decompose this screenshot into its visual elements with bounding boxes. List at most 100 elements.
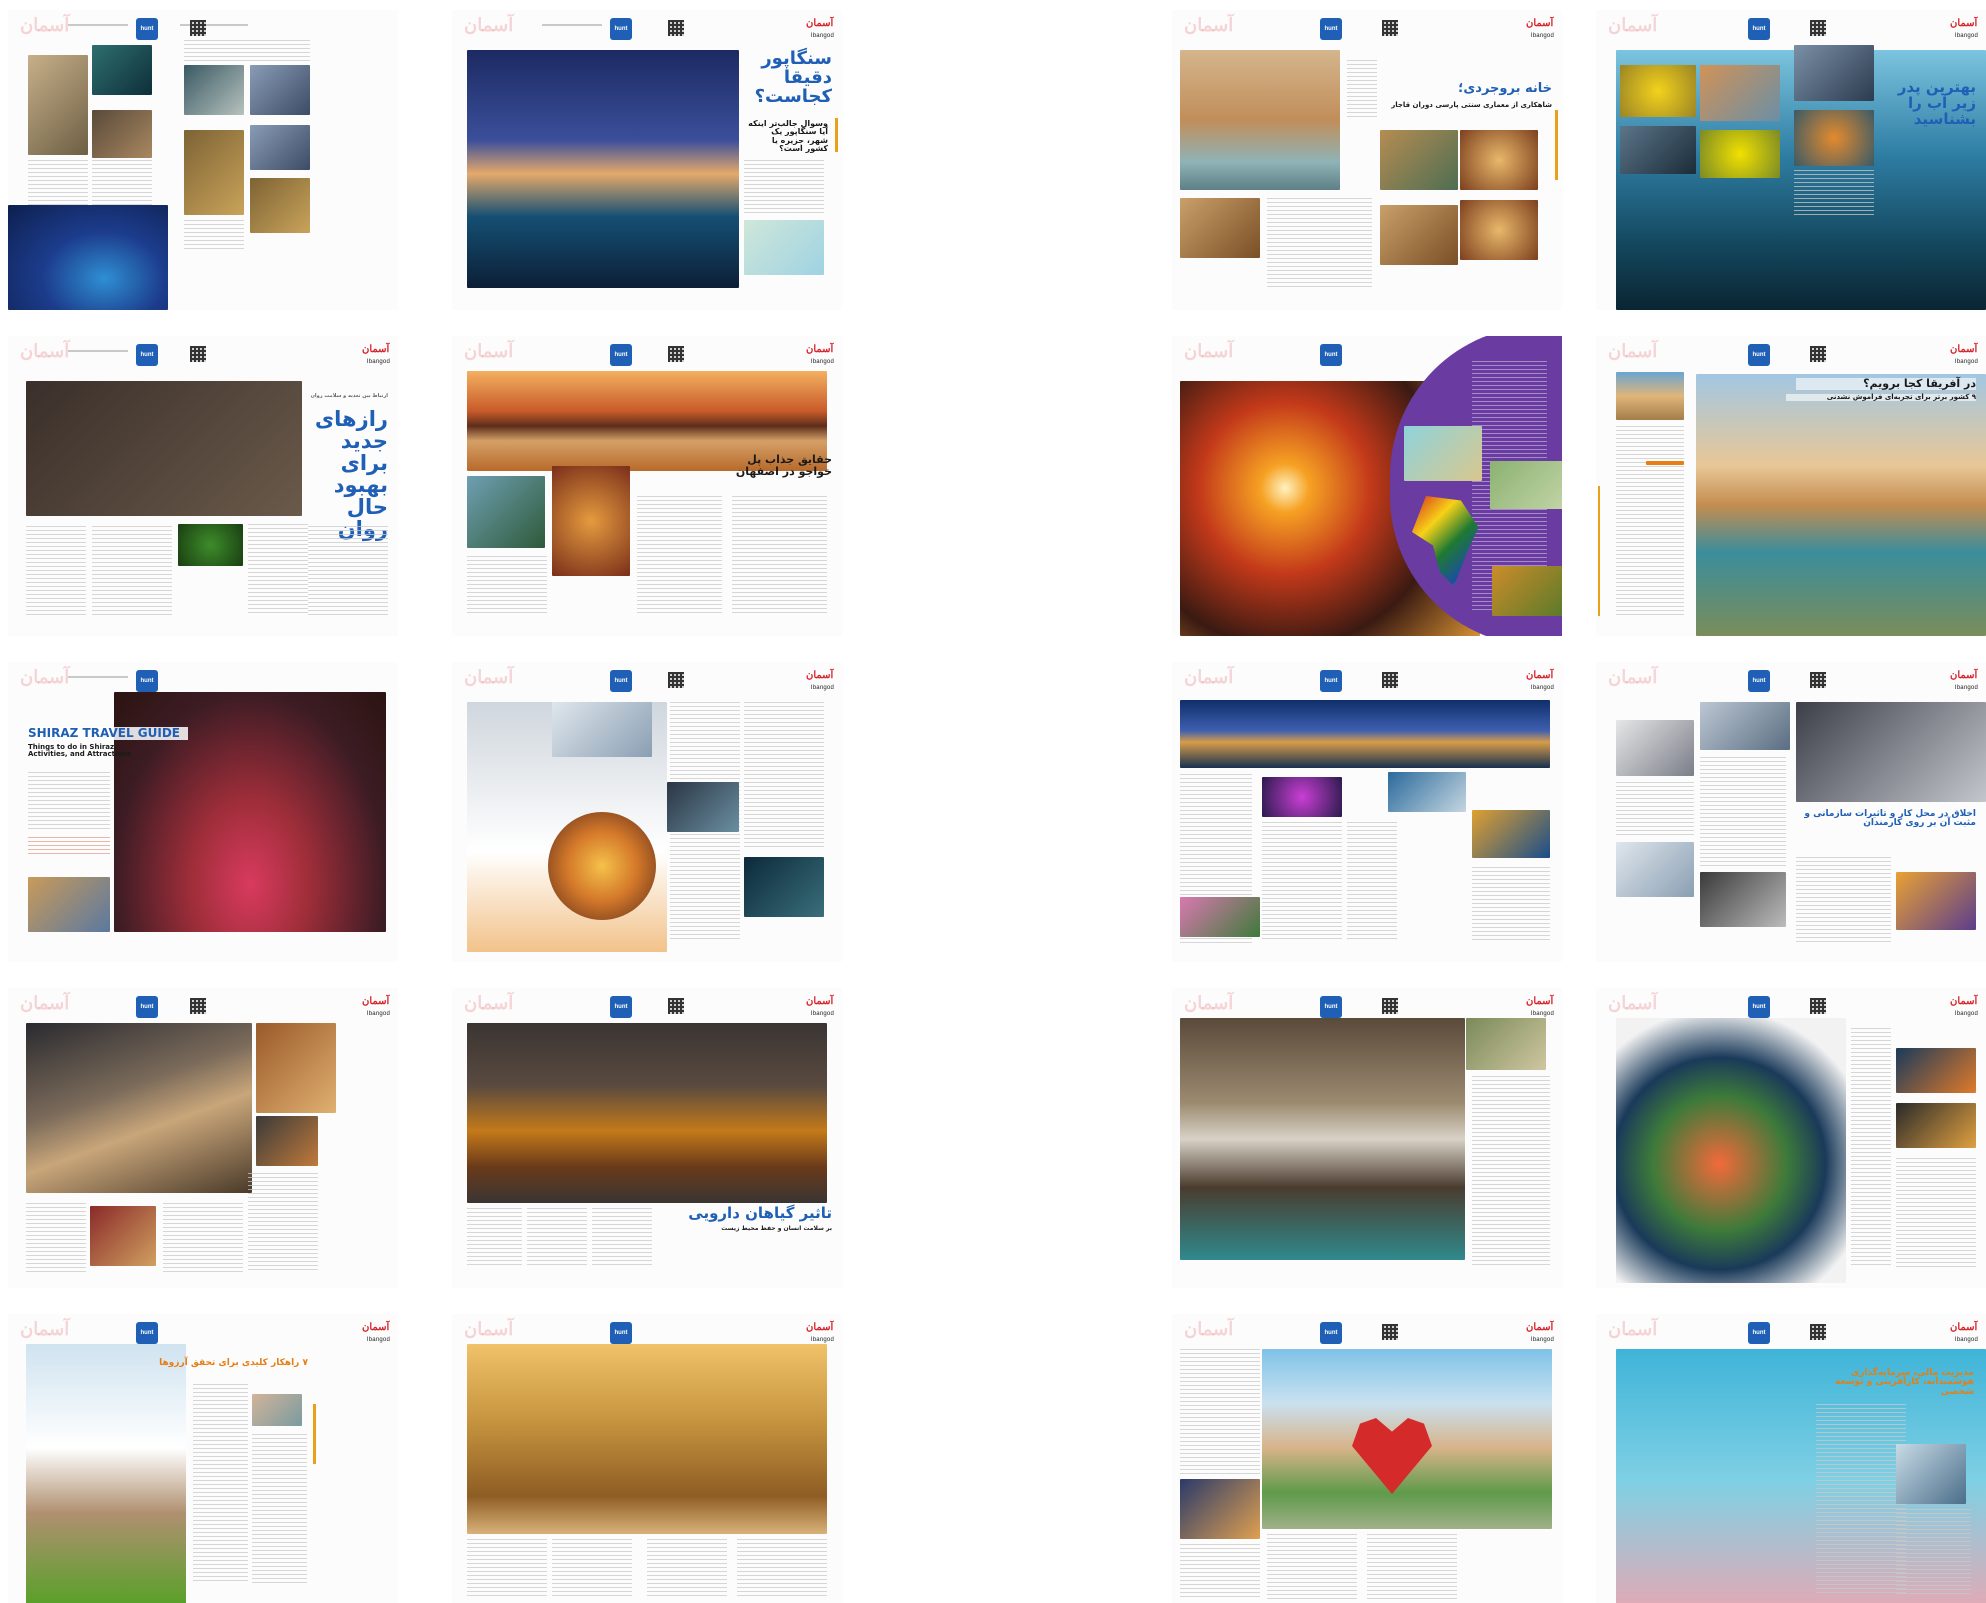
brand-wordmark: Ibangod — [1954, 1011, 1978, 1017]
page-shiraz-guide: آسمان hunt SHIRAZ TRAVEL GUIDE Things to… — [8, 662, 398, 962]
photo-architecture — [1380, 205, 1458, 265]
ghost-logo: آسمان — [1184, 667, 1234, 688]
text-column — [744, 160, 824, 215]
photo-mountain — [1466, 1018, 1546, 1070]
hunt-badge: hunt — [1320, 996, 1342, 1018]
photo-shop — [90, 1206, 156, 1266]
qr-code — [190, 20, 206, 36]
page-success: آسمان hunt آسمان Ibangod — [452, 662, 842, 962]
ghost-logo: آسمان — [20, 667, 70, 688]
brand-wordmark: Ibangod — [1954, 685, 1978, 691]
rule — [68, 24, 128, 26]
subheadline: Things to do in Shiraz, Activities, and … — [28, 743, 132, 759]
photo-canyon — [1180, 1018, 1465, 1260]
photo-fish — [1620, 65, 1696, 117]
headline: مدیریت مالی، سرمایه‌گذاری هوشمندانه، کار… — [1835, 1368, 1974, 1397]
rule — [68, 676, 128, 678]
brand-wordmark: Ibangod — [366, 1337, 390, 1343]
brand-wordmark: Ibangod — [1530, 33, 1554, 39]
text-column — [1347, 822, 1397, 942]
photo-map — [744, 220, 824, 275]
hunt-badge: hunt — [136, 18, 158, 40]
page-herbs: آسمان hunt آسمان Ibangod تاثیر گیاهان دا… — [452, 988, 842, 1288]
text-column — [737, 1539, 827, 1599]
photo-fish — [92, 110, 152, 158]
photo-team — [1700, 702, 1790, 750]
photo-office — [1616, 842, 1694, 897]
text-column — [467, 1208, 522, 1268]
page-canyon: آسمان hunt آسمان Ibangod — [1172, 988, 1562, 1288]
photo-meeting — [1616, 720, 1694, 776]
text-column — [1794, 170, 1874, 215]
brand-wordmark: Ibangod — [1954, 359, 1978, 365]
photo-aerial — [1490, 461, 1562, 509]
photo-spices — [467, 1023, 827, 1203]
ghost-logo: آسمان — [20, 993, 70, 1014]
hunt-badge: hunt — [1748, 18, 1770, 40]
text-column — [184, 220, 244, 250]
photo-stone-stack — [26, 1344, 186, 1603]
text-column — [184, 40, 310, 62]
page-finance: آسمان hunt آسمان Ibangod مدیریت مالی، سر… — [1596, 1314, 1986, 1603]
text-column — [592, 1208, 652, 1268]
text-column — [637, 496, 722, 616]
photo-architecture — [1180, 198, 1260, 258]
photo-sculpture — [1472, 810, 1550, 858]
text-column — [92, 160, 152, 210]
photo-fish — [1700, 130, 1780, 178]
text-column — [527, 1208, 587, 1268]
photo-architecture — [1380, 130, 1458, 190]
subheadline: بر سلامت انسان و حفظ محیط زیست — [721, 1225, 832, 1232]
hunt-badge: hunt — [1320, 1322, 1342, 1344]
subheadline: شاهکاری از معماری سنتی پارسی دوران قاجار — [1391, 101, 1552, 109]
photo-fish — [28, 55, 88, 155]
photo-marina-bay — [1180, 700, 1550, 768]
headline-kicker: ارتباط بین تغذیه و سلامت روان — [310, 393, 388, 399]
headline: در آفریقا کجا برویم؟ — [1796, 378, 1976, 390]
photo-city — [1388, 772, 1466, 812]
headline: SHIRAZ TRAVEL GUIDE — [28, 727, 188, 740]
hunt-badge: hunt — [1320, 670, 1342, 692]
ghost-logo: آسمان — [464, 667, 514, 688]
ghost-logo: آسمان — [1608, 15, 1658, 36]
hunt-badge: hunt — [136, 344, 158, 366]
headline: حقایق جذاب پل خواجو در اصفهان — [735, 453, 832, 478]
text-column — [467, 1539, 547, 1599]
ghost-logo: آسمان — [20, 15, 70, 36]
photo-ethics-blocks — [1896, 872, 1976, 930]
hunt-badge: hunt — [1320, 18, 1342, 40]
photo-businesswoman — [1796, 702, 1986, 802]
hunt-badge: hunt — [136, 670, 158, 692]
ghost-logo: آسمان — [464, 341, 514, 362]
photo-businessman — [1896, 1444, 1966, 1504]
text-column — [1796, 857, 1891, 942]
photo-shiraz-small — [28, 877, 110, 932]
page-fish-father: آسمان hunt آسمان Ibangod بهترین پدر زیر … — [1596, 10, 1986, 310]
text-column — [732, 496, 827, 616]
text-column — [744, 702, 824, 847]
text-column — [28, 837, 110, 857]
photo-shop — [256, 1023, 336, 1113]
photo-dome — [1460, 130, 1538, 190]
text-column — [308, 526, 388, 616]
photo-tomb — [1180, 1479, 1260, 1539]
photo-fish — [1794, 110, 1874, 166]
brand-wordmark: Ibangod — [366, 1011, 390, 1017]
photo-chart — [667, 782, 739, 832]
photo-pyramid-small — [1616, 372, 1684, 420]
page-africa-feature: آسمان hunt — [1172, 336, 1562, 636]
photo-supplements — [1896, 1103, 1976, 1148]
photo-isfahan — [467, 476, 545, 548]
photo-fish — [92, 45, 152, 95]
photo-fish — [184, 65, 244, 115]
subheadline: وسوال جالب‌تر اینکه آیا سنگاپور یک شهر، … — [748, 119, 828, 154]
headline: سنگاپور دقیقا کجاست؟ — [754, 48, 832, 107]
headline: رازهای جدید برای بهبود حال روان — [314, 407, 388, 540]
qr-code — [190, 998, 206, 1014]
photo-fish — [1794, 45, 1874, 101]
subheadline: ۹ کشور برتر برای تجربه‌ای فراموش نشدنی — [1786, 393, 1976, 402]
page-goals: آسمان hunt آسمان Ibangod ۷ راهکار کلیدی … — [8, 1314, 398, 1603]
qr-code — [1382, 998, 1398, 1014]
qr-code — [668, 20, 684, 36]
page-heart-food: آسمان hunt آسمان Ibangod — [1596, 988, 1986, 1288]
